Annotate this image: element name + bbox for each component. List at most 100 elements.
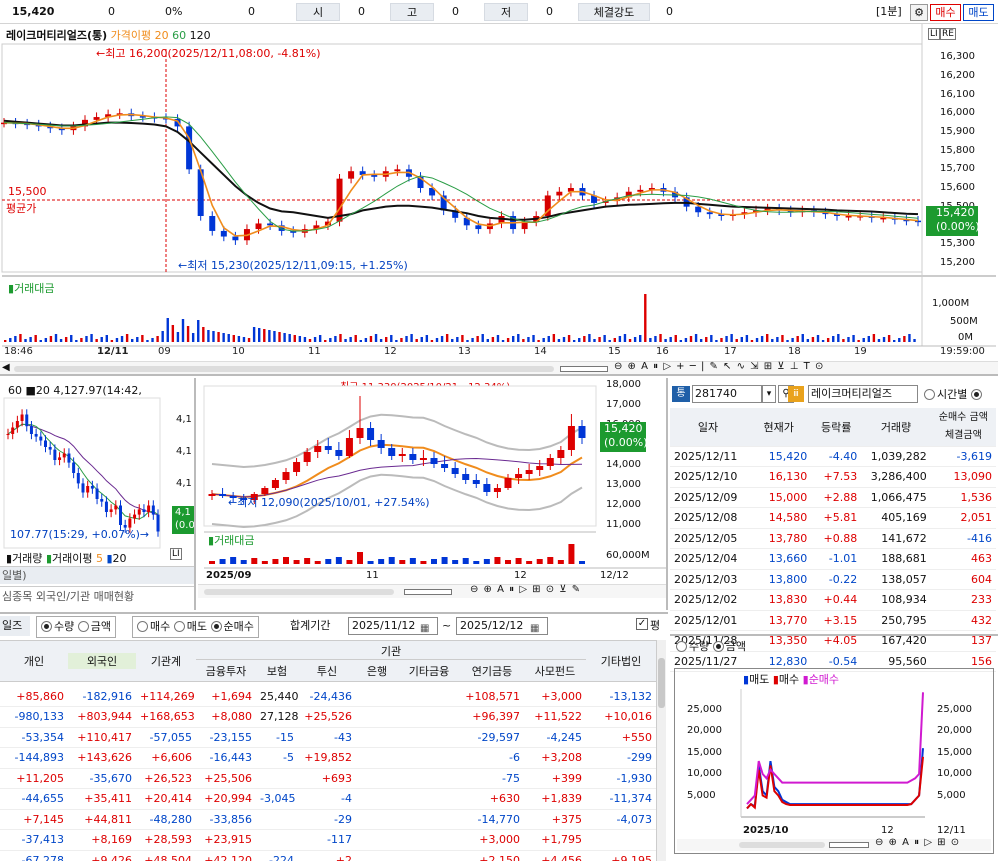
chevron-down-icon[interactable]: ▾ (762, 385, 776, 403)
volume-bar (517, 334, 520, 342)
index-candle-body (39, 436, 43, 441)
volume-bar (730, 334, 733, 342)
zoom-slider[interactable] (560, 366, 608, 372)
volume-bar (207, 330, 210, 342)
table-row[interactable]: 2025/12/04 13,660 -1.01 188,681 463 (670, 548, 996, 570)
table-cell: +9,195 (586, 850, 656, 861)
candle-body (93, 117, 100, 120)
candle-body (232, 236, 239, 241)
stock-code-input[interactable]: 281740 (692, 385, 762, 403)
volume-bar (146, 340, 149, 342)
daily-tools[interactable]: ⊖ ⊕ A ⏸ ▷ ⊞ ⊙ ⊻ ✎ (470, 584, 581, 595)
volume-bar (913, 339, 916, 342)
sell-button[interactable]: 매도 (963, 4, 994, 21)
daily-candle-body (356, 428, 364, 438)
calendar-icon[interactable]: ▦ (530, 619, 539, 639)
daily-candle-body (462, 474, 470, 480)
table-cell (356, 768, 398, 789)
right-scale-toggle[interactable]: RE (940, 28, 956, 40)
hourly-radio[interactable]: 시간별 (924, 386, 984, 402)
table-row[interactable]: -144,893 +143,626 +6,606 -16,443 -5 +19,852 -6… (0, 747, 656, 769)
table-cell: 13,780 (746, 528, 812, 549)
radio-net[interactable]: 순매수 (210, 620, 254, 633)
log-scale-toggle[interactable]: LI (928, 28, 940, 40)
h-scrollbar[interactable] (14, 366, 554, 372)
volume-bar (385, 337, 388, 342)
table-row[interactable]: -37,413 +8,169 +28,593 +23,915 -117 +3,000 +1,… (0, 829, 656, 851)
daily-candle-body (441, 464, 449, 468)
table-row[interactable]: +7,145 +44,811 -48,280 -33,856 -29 -14,770 +37… (0, 809, 656, 830)
x-label: 18 (788, 346, 801, 357)
daily-zoom-slider[interactable] (404, 589, 452, 595)
table-cell: 1,066,475 (861, 487, 931, 508)
table-row[interactable]: 2025/12/09 15,000 +2.88 1,066,475 1,536 (670, 487, 996, 508)
table-row[interactable]: 2025/12/05 13,780 +0.88 141,672 -416 (670, 528, 996, 549)
volume-bar (197, 320, 200, 342)
table-row[interactable]: 2025/12/01 13,770 +3.15 250,795 432 (670, 610, 996, 631)
daily-candle-body (345, 438, 353, 456)
x-label: 12/11 (97, 346, 129, 357)
volume-bar (583, 336, 586, 342)
stock-selector-row: 통 281740 ▾ ⚲ ⅲ 레이크머티리얼즈 시간별 (670, 384, 998, 406)
daily-tab[interactable]: 일별) (0, 566, 194, 584)
volume-bar (613, 338, 616, 342)
table-cell: -4.40 (811, 446, 862, 467)
summary-scrollbar[interactable] (656, 640, 666, 861)
volume-bar (395, 340, 398, 342)
avg-checkbox[interactable]: ✓ (636, 618, 648, 630)
radio-amount[interactable]: 금액 (712, 640, 746, 653)
table-cell: +23,915 (196, 829, 256, 851)
radio-sell[interactable]: 매도 (173, 620, 207, 633)
table-cell: +630 (460, 788, 524, 810)
interval-label[interactable]: [1분] (876, 3, 910, 21)
volume-bar (771, 339, 774, 342)
volume-bar (379, 339, 383, 342)
radio-amount-b[interactable]: 금액 (77, 620, 111, 633)
table-row[interactable]: +85,860 -182,916 +114,269 +1,694 25,440 -24,4… (0, 686, 656, 707)
flow-scrollbar[interactable] (739, 842, 825, 848)
volume-bar (34, 335, 37, 342)
table-row[interactable]: -980,133 +803,944 +168,653 +8,080 27,128 +25,… (0, 706, 656, 728)
volume-bar (176, 332, 180, 342)
daily-scrollbar[interactable] (204, 589, 394, 595)
table-row[interactable]: 2025/12/10 16,130 +7.53 3,286,400 13,090 (670, 466, 996, 488)
chart-tools[interactable]: ⊖ ⊕ A ⏸ ▷ + ─ | ✎ ↖ ∿ ⇲ ⊞ ⊻ ⊥ T ⊙ (614, 361, 824, 372)
radio-qty[interactable]: 수량 (676, 640, 709, 653)
volume-bar (496, 335, 500, 342)
volume-bar (95, 339, 98, 342)
table-row[interactable]: -53,354 +110,417 -57,055 -23,155 -15 -43 -29,5… (0, 727, 656, 748)
table-cell: 13,090 (930, 466, 996, 488)
flow-tools[interactable]: ⊖ ⊕ A ⏸ ▷ ⊞ ⊙ (875, 837, 960, 848)
table-row[interactable]: -44,655 +35,411 +20,414 +20,994 -3,045 -4 +630… (0, 788, 656, 810)
daily-y-tick: 13,000 (606, 479, 641, 490)
buy-button[interactable]: 매수 (930, 4, 961, 21)
daily-volume-bar (505, 560, 511, 564)
table-row[interactable]: -67,278 +9,426 +48,504 +42,120 -224 +2 +2,150 +… (0, 850, 656, 861)
flow-zoom-slider[interactable] (829, 842, 869, 848)
settings-icon[interactable]: ⚙ (910, 4, 928, 21)
volume-bar (649, 338, 652, 342)
table-cell: -4 (298, 788, 356, 810)
index-candle-body (128, 518, 132, 528)
index-chart-svg[interactable] (0, 378, 196, 578)
index-candle-body (48, 447, 52, 450)
volume-bar (222, 333, 225, 342)
table-row[interactable]: 2025/12/08 14,580 +5.81 405,169 2,051 (670, 507, 996, 529)
main-x-axis: 18:46 12/11 09 10 11 12 13 14 15 16 17 1… (0, 346, 998, 360)
table-row[interactable]: 2025/12/03 13,800 -0.22 138,057 604 (670, 569, 996, 590)
index-scale-toggle[interactable]: LI (170, 548, 182, 560)
table-cell: -416 (930, 528, 996, 549)
table-row[interactable]: 2025/12/02 13,830 +0.44 108,934 233 (670, 589, 996, 611)
table-row[interactable]: 2025/12/11 15,420 -4.40 1,039,282 -3,619 (670, 446, 996, 467)
index-candle-body (58, 457, 62, 460)
radio-qty-b[interactable]: 수량 (41, 620, 74, 633)
scroll-left-icon[interactable]: ◀ (2, 362, 10, 373)
calendar-icon[interactable]: ▦ (420, 619, 429, 639)
table-row[interactable]: +11,205 -35,670 +26,523 +25,506 +693 -75 +399-… (0, 768, 656, 789)
table-cell (256, 829, 298, 851)
summary-tab[interactable]: 일즈 (0, 616, 30, 636)
foreign-inst-tab[interactable]: 심종목 외국인/기관 매매현황 (0, 586, 194, 606)
main-chart-svg[interactable] (0, 24, 998, 376)
radio-buy[interactable]: 매수 (137, 620, 170, 633)
index-current-pct: (0.0 (175, 520, 195, 531)
